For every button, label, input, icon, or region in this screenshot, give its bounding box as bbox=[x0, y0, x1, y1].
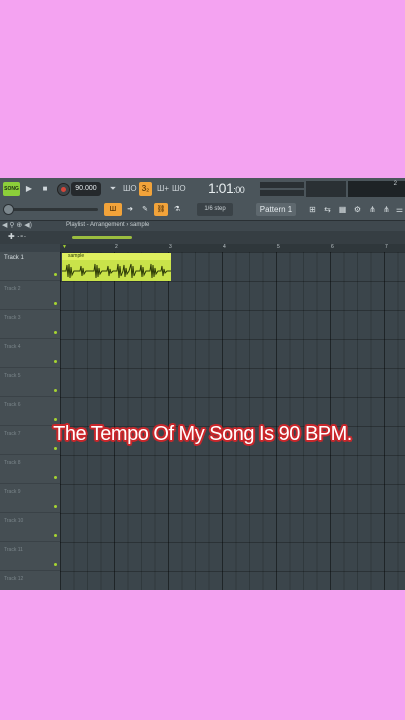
playlist-nav-icons[interactable]: ◀ ⚲ ⊕ ◀) bbox=[2, 221, 32, 229]
audio-clip[interactable]: sample bbox=[62, 253, 171, 281]
track-led[interactable] bbox=[54, 505, 57, 508]
ruler-mark: 2 bbox=[115, 244, 118, 250]
track-led[interactable] bbox=[54, 389, 57, 392]
playlist-grid[interactable] bbox=[60, 252, 405, 590]
track-label: Track 6 bbox=[4, 402, 21, 408]
record-button[interactable] bbox=[57, 183, 70, 196]
countdown-button[interactable]: 3₂ bbox=[139, 182, 152, 196]
horizontal-scrollbar[interactable] bbox=[72, 236, 132, 239]
master-pitch-slider[interactable] bbox=[6, 208, 98, 211]
video-caption: The Tempo Of My Song Is 90 BPM. bbox=[53, 423, 352, 445]
stamp-icon[interactable]: ⚗ bbox=[170, 203, 184, 216]
track-label: Track 12 bbox=[4, 576, 24, 582]
bottom-background-band bbox=[0, 590, 405, 720]
output-meter-left bbox=[260, 182, 304, 188]
track-label: Track 8 bbox=[4, 460, 21, 466]
arrow-icon[interactable]: ➜ bbox=[124, 203, 136, 216]
track-label: Track 9 bbox=[4, 489, 21, 495]
track-label: Track 1 bbox=[4, 255, 24, 261]
time-main: 1:01 bbox=[208, 180, 234, 196]
track-led[interactable] bbox=[54, 331, 57, 334]
wait-for-input-icon[interactable]: ШΟ bbox=[123, 182, 137, 196]
track-header[interactable]: Track 6 bbox=[0, 397, 60, 426]
snap-step-select[interactable]: 1/6 step bbox=[197, 203, 233, 216]
track-led[interactable] bbox=[54, 447, 57, 450]
clip-waveform bbox=[62, 263, 171, 279]
play-icon[interactable]: ▶ bbox=[24, 182, 34, 196]
plugin-icon[interactable]: ⋔ bbox=[366, 203, 379, 216]
track-label: Track 11 bbox=[4, 547, 23, 553]
track-header[interactable]: Track 2 bbox=[0, 281, 60, 310]
add-track-icon[interactable]: ✚ ·⁃· bbox=[8, 232, 26, 241]
stop-icon[interactable]: ■ bbox=[40, 182, 50, 196]
transport-bar: SONG ▶ ■ 90.000 ⏷ ШΟ 3₂ Ш+ ШΟ 1:01:00 2 bbox=[0, 178, 405, 201]
track-header[interactable]: Track 8 bbox=[0, 455, 60, 484]
ruler-mark: 3 bbox=[169, 244, 172, 250]
tempo-display[interactable]: 90.000 bbox=[71, 182, 101, 196]
track-header[interactable]: Track 12 bbox=[0, 571, 60, 590]
track-header[interactable]: Track 5 bbox=[0, 368, 60, 397]
ruler-mark: 6 bbox=[331, 244, 334, 250]
cpu-panel bbox=[306, 181, 346, 197]
song-mode-button[interactable]: SONG bbox=[3, 182, 20, 196]
daw-window: SONG ▶ ■ 90.000 ⏷ ШΟ 3₂ Ш+ ШΟ 1:01:00 2 … bbox=[0, 178, 405, 590]
track-led[interactable] bbox=[54, 302, 57, 305]
time-sub: :00 bbox=[233, 185, 245, 195]
track-label: Track 3 bbox=[4, 315, 21, 321]
track-header[interactable]: Track 9 bbox=[0, 484, 60, 513]
metronome-icon[interactable]: ⏷ bbox=[107, 182, 119, 196]
loop-record-icon[interactable]: ШΟ bbox=[172, 182, 186, 196]
track-label: Track 5 bbox=[4, 373, 21, 379]
pencil-icon[interactable]: ✎ bbox=[139, 203, 151, 216]
playlist-subheader: ✚ ·⁃· bbox=[0, 231, 405, 244]
tool-toolbar: Ш ➜ ✎ ⛓ ⚗ 1/6 step Pattern 1 ⊞ ⇆ ▦ ⚙ ⋔ ⋔… bbox=[0, 200, 405, 221]
track-header[interactable]: Track 3 bbox=[0, 310, 60, 339]
playlist-icon[interactable]: ⊞ bbox=[306, 203, 319, 216]
memory-value: 2 bbox=[393, 181, 397, 187]
ruler-mark: 5 bbox=[277, 244, 280, 250]
clip-name: sample bbox=[68, 253, 85, 259]
output-meter-right bbox=[260, 190, 304, 196]
ruler-mark: 4 bbox=[223, 244, 226, 250]
paint-tool-icon[interactable]: ⛓ bbox=[154, 203, 168, 216]
mixer-icon[interactable]: ⚙ bbox=[351, 203, 364, 216]
playlist-header: ◀ ⚲ ⊕ ◀) Playlist - Arrangement › sample bbox=[0, 221, 405, 231]
breadcrumb: Playlist - Arrangement › sample bbox=[66, 222, 150, 228]
track-led[interactable] bbox=[54, 476, 57, 479]
song-position-display: 1:01:00 bbox=[208, 180, 245, 196]
track-led[interactable] bbox=[54, 273, 57, 276]
piano-roll-icon[interactable]: ⇆ bbox=[321, 203, 334, 216]
track-header[interactable]: Track 4 bbox=[0, 339, 60, 368]
track-header[interactable]: Track 10 bbox=[0, 513, 60, 542]
browser-icon[interactable]: ⋔ bbox=[380, 203, 393, 216]
track-header[interactable]: Track 11 bbox=[0, 542, 60, 571]
snap-icon[interactable]: Ш bbox=[104, 203, 122, 216]
track-label: Track 2 bbox=[4, 286, 21, 292]
blend-notes-icon[interactable]: Ш+ bbox=[157, 182, 169, 196]
pattern-select[interactable]: Pattern 1 bbox=[256, 203, 296, 216]
track-headers: Track 1 Track 2 Track 3 Track 4 Track 5 … bbox=[0, 252, 60, 590]
track-label: Track 4 bbox=[4, 344, 21, 350]
ruler-marker-start: ▼ bbox=[62, 244, 67, 250]
memory-panel: 2 bbox=[348, 181, 405, 197]
channel-rack-icon[interactable]: ▦ bbox=[336, 203, 349, 216]
track-label: Track 10 bbox=[4, 518, 24, 524]
ruler-mark: 7 bbox=[385, 244, 388, 250]
track-led[interactable] bbox=[54, 418, 57, 421]
track-led[interactable] bbox=[54, 563, 57, 566]
track-led[interactable] bbox=[54, 360, 57, 363]
track-header[interactable]: Track 1 bbox=[0, 252, 60, 281]
track-led[interactable] bbox=[54, 534, 57, 537]
clip-header[interactable]: sample bbox=[62, 253, 171, 260]
settings-icon[interactable]: ⚌ bbox=[393, 203, 405, 216]
top-background-band bbox=[0, 0, 405, 178]
master-slider-knob[interactable] bbox=[3, 204, 14, 215]
